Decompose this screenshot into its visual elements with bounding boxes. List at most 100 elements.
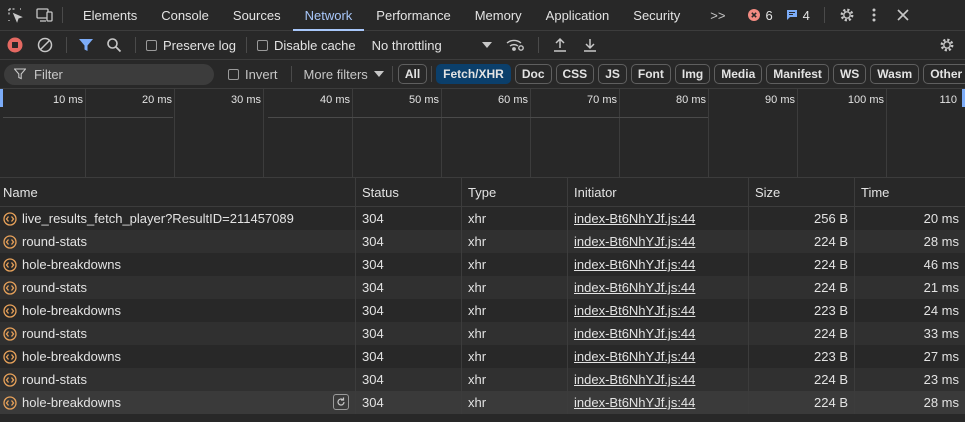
disable-cache-checkbox[interactable]: Disable cache xyxy=(256,38,356,53)
column-header-type[interactable]: Type xyxy=(462,178,568,206)
checkbox-box[interactable] xyxy=(146,39,157,51)
filter-input[interactable]: Filter xyxy=(4,63,214,85)
tab-sources[interactable]: Sources xyxy=(221,0,293,31)
initiator-link[interactable]: index-Bt6NhYJf.js:44 xyxy=(574,395,695,410)
status-cell: 304 xyxy=(356,345,462,368)
column-header-name[interactable]: Name xyxy=(0,178,356,206)
name-cell[interactable]: hole-breakdowns xyxy=(0,345,356,368)
preserve-log-checkbox[interactable]: Preserve log xyxy=(146,38,236,53)
name-cell[interactable]: round-stats xyxy=(0,276,356,299)
overview-left-handle[interactable] xyxy=(0,89,3,107)
import-har-icon[interactable] xyxy=(545,31,575,60)
tab-memory[interactable]: Memory xyxy=(463,0,534,31)
initiator-cell[interactable]: index-Bt6NhYJf.js:44 xyxy=(568,322,749,345)
tab-elements[interactable]: Elements xyxy=(71,0,149,31)
table-row[interactable]: round-stats 304 xhr index-Bt6NhYJf.js:44 224… xyxy=(0,322,965,345)
tab-network[interactable]: Network xyxy=(292,0,365,31)
initiator-link[interactable]: index-Bt6NhYJf.js:44 xyxy=(574,372,695,387)
type-filter-js[interactable]: JS xyxy=(598,64,627,84)
export-har-icon[interactable] xyxy=(575,31,605,60)
type-value: xhr xyxy=(468,234,487,249)
table-row[interactable]: round-stats 304 xhr index-Bt6NhYJf.js:44 224… xyxy=(0,368,965,391)
type-filter-manifest[interactable]: Manifest xyxy=(766,64,829,84)
funnel-icon xyxy=(14,68,26,80)
table-row[interactable]: hole-breakdowns 304 xhr index-Bt6NhYJf.js:4… xyxy=(0,299,965,322)
type-filter-all[interactable]: All xyxy=(397,64,428,84)
initiator-cell[interactable]: index-Bt6NhYJf.js:44 xyxy=(568,230,749,253)
initiator-link[interactable]: index-Bt6NhYJf.js:44 xyxy=(574,303,695,318)
initiator-cell[interactable]: index-Bt6NhYJf.js:44 xyxy=(568,345,749,368)
initiator-link[interactable]: index-Bt6NhYJf.js:44 xyxy=(574,211,695,226)
error-count: 6 xyxy=(765,7,773,23)
name-cell[interactable]: hole-breakdowns xyxy=(0,299,356,322)
name-cell[interactable]: round-stats xyxy=(0,322,356,345)
name-cell[interactable]: hole-breakdowns xyxy=(0,253,356,276)
replay-xhr-icon[interactable] xyxy=(333,394,349,410)
initiator-link[interactable]: index-Bt6NhYJf.js:44 xyxy=(574,280,695,295)
type-cell: xhr xyxy=(462,391,568,414)
initiator-cell[interactable]: index-Bt6NhYJf.js:44 xyxy=(568,368,749,391)
gear-icon[interactable] xyxy=(835,0,859,31)
column-header-time[interactable]: Time xyxy=(855,178,965,206)
tab-console[interactable]: Console xyxy=(149,0,221,31)
more-filters-dropdown[interactable]: More filters xyxy=(304,67,384,82)
initiator-cell[interactable]: index-Bt6NhYJf.js:44 xyxy=(568,299,749,322)
type-filter-doc[interactable]: Doc xyxy=(514,64,552,84)
close-icon[interactable] xyxy=(889,0,917,31)
network-conditions-icon[interactable] xyxy=(498,31,532,60)
column-header-size[interactable]: Size xyxy=(749,178,855,206)
type-filter-wasm[interactable]: Wasm xyxy=(870,64,920,84)
initiator-cell[interactable]: index-Bt6NhYJf.js:44 xyxy=(568,253,749,276)
type-cell: xhr xyxy=(462,230,568,253)
network-settings-gear-icon[interactable] xyxy=(929,31,965,60)
clear-icon[interactable] xyxy=(30,31,60,60)
table-row[interactable]: live_results_fetch_player?ResultID=21145… xyxy=(0,207,965,230)
table-row[interactable]: hole-breakdowns 304 xhr index-Bt6NhYJf.js:4… xyxy=(0,391,965,414)
type-filter-ws[interactable]: WS xyxy=(832,64,867,84)
tab-security[interactable]: Security xyxy=(621,0,692,31)
device-toolbar-icon[interactable] xyxy=(30,0,60,31)
initiator-link[interactable]: index-Bt6NhYJf.js:44 xyxy=(574,257,695,272)
name-cell[interactable]: hole-breakdowns xyxy=(0,391,356,414)
type-filter-font[interactable]: Font xyxy=(630,64,671,84)
type-filter-other[interactable]: Other xyxy=(923,64,965,84)
table-row[interactable]: hole-breakdowns 304 xhr index-Bt6NhYJf.js:4… xyxy=(0,345,965,368)
stop-recording-icon[interactable] xyxy=(0,31,30,60)
filter-icon[interactable] xyxy=(73,31,99,60)
more-tabs-button[interactable]: >> xyxy=(692,0,739,31)
column-header-status[interactable]: Status xyxy=(356,178,462,206)
error-counter[interactable]: 6 xyxy=(747,7,773,23)
invert-checkbox[interactable]: Invert xyxy=(228,67,278,82)
name-cell[interactable]: round-stats xyxy=(0,368,356,391)
table-row[interactable]: hole-breakdowns 304 xhr index-Bt6NhYJf.js:4… xyxy=(0,253,965,276)
column-header-initiator[interactable]: Initiator xyxy=(568,178,749,206)
status-cell: 304 xyxy=(356,276,462,299)
initiator-cell[interactable]: index-Bt6NhYJf.js:44 xyxy=(568,276,749,299)
tab-performance[interactable]: Performance xyxy=(364,0,462,31)
type-filter-img[interactable]: Img xyxy=(674,64,711,84)
tab-application[interactable]: Application xyxy=(534,0,622,31)
request-trace xyxy=(3,117,173,118)
type-filter-css[interactable]: CSS xyxy=(555,64,595,84)
timeline-overview[interactable]: 10 ms 20 ms 30 ms 40 ms 50 ms 60 ms 70 m… xyxy=(0,89,965,178)
initiator-cell[interactable]: index-Bt6NhYJf.js:44 xyxy=(568,391,749,414)
message-counter[interactable]: 4 xyxy=(785,8,810,23)
checkbox-box[interactable] xyxy=(228,68,239,80)
name-cell[interactable]: round-stats xyxy=(0,230,356,253)
initiator-link[interactable]: index-Bt6NhYJf.js:44 xyxy=(574,326,695,341)
kebab-menu-icon[interactable] xyxy=(859,0,889,31)
initiator-cell[interactable]: index-Bt6NhYJf.js:44 xyxy=(568,207,749,230)
checkbox-box[interactable] xyxy=(256,39,268,51)
inspect-element-icon[interactable] xyxy=(0,0,30,31)
table-row[interactable]: round-stats 304 xhr index-Bt6NhYJf.js:44 224… xyxy=(0,276,965,299)
name-cell[interactable]: live_results_fetch_player?ResultID=21145… xyxy=(0,207,356,230)
request-name: hole-breakdowns xyxy=(22,395,122,410)
type-filter-media[interactable]: Media xyxy=(714,64,763,84)
table-row[interactable]: round-stats 304 xhr index-Bt6NhYJf.js:44 224… xyxy=(0,230,965,253)
type-filter-fetch-xhr[interactable]: Fetch/XHR xyxy=(436,64,511,84)
throttling-select[interactable]: No throttling xyxy=(372,38,492,53)
size-value: 223 B xyxy=(814,303,848,318)
initiator-link[interactable]: index-Bt6NhYJf.js:44 xyxy=(574,349,695,364)
search-icon[interactable] xyxy=(99,31,129,60)
initiator-link[interactable]: index-Bt6NhYJf.js:44 xyxy=(574,234,695,249)
